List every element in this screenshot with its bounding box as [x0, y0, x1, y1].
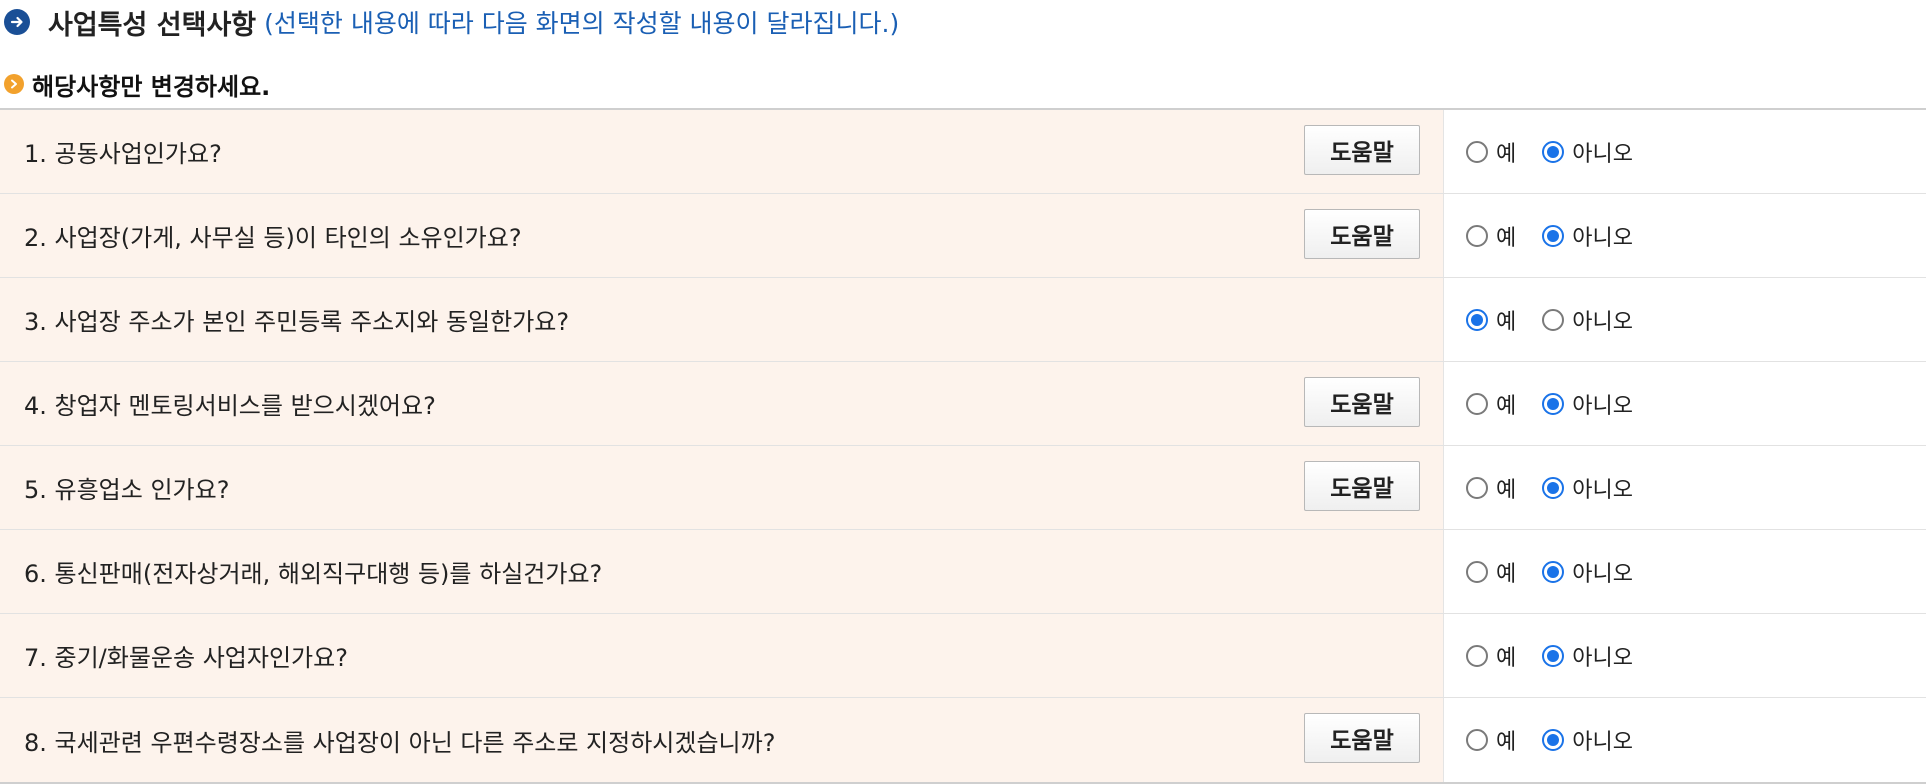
- radio-yes[interactable]: [1466, 308, 1488, 331]
- answer-cell: 예 아니오: [1444, 614, 1926, 697]
- question-cell: 3. 사업장 주소가 본인 주민등록 주소지와 동일한가요?: [0, 278, 1444, 361]
- radio-option-no[interactable]: 아니오: [1542, 220, 1633, 252]
- subheading: 해당사항만 변경하세요.: [32, 72, 271, 101]
- radio-label-yes: 예: [1496, 309, 1517, 335]
- radio-option-no[interactable]: 아니오: [1542, 472, 1633, 504]
- radio-label-no: 아니오: [1572, 477, 1633, 503]
- radio-yes[interactable]: [1466, 476, 1488, 499]
- radio-option-no[interactable]: 아니오: [1542, 136, 1633, 168]
- radio-option-yes[interactable]: 예: [1466, 472, 1516, 504]
- radio-yes[interactable]: [1466, 224, 1488, 247]
- answer-cell: 예 아니오: [1444, 362, 1926, 445]
- subheading-row: 해당사항만 변경하세요.: [0, 66, 270, 102]
- radio-label-yes: 예: [1496, 477, 1517, 503]
- radio-label-no: 아니오: [1572, 141, 1633, 167]
- radio-yes[interactable]: [1466, 644, 1488, 667]
- radio-option-yes[interactable]: 예: [1466, 388, 1516, 420]
- question-text: 7. 중기/화물운송 사업자인가요?: [24, 644, 348, 672]
- radio-option-yes[interactable]: 예: [1466, 220, 1516, 252]
- radio-option-yes[interactable]: 예: [1466, 724, 1516, 756]
- answer-cell: 예 아니오: [1444, 194, 1926, 277]
- help-button[interactable]: 도움말: [1304, 209, 1420, 259]
- question-row: 7. 중기/화물운송 사업자인가요? 예 아니오: [0, 614, 1926, 698]
- help-button[interactable]: 도움말: [1304, 377, 1420, 427]
- radio-label-yes: 예: [1496, 561, 1517, 587]
- radio-label-yes: 예: [1496, 645, 1517, 671]
- question-row: 4. 창업자 멘토링서비스를 받으시겠어요? 도움말 예 아니오: [0, 362, 1926, 446]
- radio-label-yes: 예: [1496, 393, 1517, 419]
- answer-cell: 예 아니오: [1444, 530, 1926, 613]
- question-cell: 6. 통신판매(전자상거래, 해외직구대행 등)를 하실건가요?: [0, 530, 1444, 613]
- radio-yes[interactable]: [1466, 560, 1488, 583]
- radio-yes[interactable]: [1466, 392, 1488, 415]
- arrow-right-circle-icon: [4, 9, 30, 35]
- question-row: 8. 국세관련 우편수령장소를 사업장이 아닌 다른 주소로 지정하시겠습니까?…: [0, 698, 1926, 782]
- radio-no[interactable]: [1542, 308, 1565, 331]
- question-text: 8. 국세관련 우편수령장소를 사업장이 아닌 다른 주소로 지정하시겠습니까?: [24, 728, 776, 757]
- question-cell: 7. 중기/화물운송 사업자인가요?: [0, 614, 1444, 697]
- radio-no[interactable]: [1542, 729, 1565, 751]
- radio-no[interactable]: [1542, 392, 1565, 415]
- radio-label-no: 아니오: [1572, 730, 1633, 755]
- radio-option-yes[interactable]: 예: [1466, 640, 1516, 672]
- radio-no[interactable]: [1542, 644, 1565, 667]
- radio-option-no[interactable]: 아니오: [1542, 556, 1633, 588]
- question-row: 5. 유흥업소 인가요? 도움말 예 아니오: [0, 446, 1926, 530]
- question-cell: 5. 유흥업소 인가요? 도움말: [0, 446, 1444, 529]
- radio-no[interactable]: [1542, 224, 1565, 247]
- question-table: 1. 공동사업인가요? 도움말 예 아니오 2. 사업장(가게, 사무실 등)이 타인의…: [0, 108, 1926, 784]
- answer-cell: 예 아니오: [1444, 446, 1926, 529]
- section-header: 사업특성 선택사항 (선택한 내용에 따라 다음 화면의 작성할 내용이 달라집…: [0, 0, 899, 44]
- question-text: 2. 사업장(가게, 사무실 등)이 타인의 소유인가요?: [24, 224, 522, 252]
- radio-label-yes: 예: [1496, 225, 1517, 251]
- question-cell: 8. 국세관련 우편수령장소를 사업장이 아닌 다른 주소로 지정하시겠습니까?…: [0, 698, 1444, 782]
- answer-cell: 예 아니오: [1444, 698, 1926, 782]
- radio-option-yes[interactable]: 예: [1466, 556, 1516, 588]
- question-text: 4. 창업자 멘토링서비스를 받으시겠어요?: [24, 392, 436, 420]
- question-text: 6. 통신판매(전자상거래, 해외직구대행 등)를 하실건가요?: [24, 560, 603, 588]
- question-row: 6. 통신판매(전자상거래, 해외직구대행 등)를 하실건가요? 예 아니오: [0, 530, 1926, 614]
- question-text: 5. 유흥업소 인가요?: [24, 476, 230, 504]
- radio-label-no: 아니오: [1572, 645, 1633, 671]
- radio-option-yes[interactable]: 예: [1466, 136, 1516, 168]
- help-button[interactable]: 도움말: [1304, 461, 1420, 511]
- answer-cell: 예 아니오: [1444, 110, 1926, 193]
- radio-no[interactable]: [1542, 140, 1565, 163]
- question-cell: 4. 창업자 멘토링서비스를 받으시겠어요? 도움말: [0, 362, 1444, 445]
- section-note: (선택한 내용에 따라 다음 화면의 작성할 내용이 달라집니다.): [264, 9, 900, 38]
- radio-option-no[interactable]: 아니오: [1542, 640, 1633, 672]
- radio-option-no[interactable]: 아니오: [1542, 388, 1633, 420]
- question-cell: 1. 공동사업인가요? 도움말: [0, 110, 1444, 193]
- radio-no[interactable]: [1542, 476, 1565, 499]
- question-row: 1. 공동사업인가요? 도움말 예 아니오: [0, 110, 1926, 194]
- section-title: 사업특성 선택사항: [48, 9, 257, 41]
- bullet-arrow-icon: [4, 74, 24, 94]
- help-button[interactable]: 도움말: [1304, 713, 1420, 763]
- answer-cell: 예 아니오: [1444, 278, 1926, 361]
- radio-label-no: 아니오: [1572, 225, 1633, 251]
- question-text: 3. 사업장 주소가 본인 주민등록 주소지와 동일한가요?: [24, 308, 570, 336]
- radio-label-no: 아니오: [1572, 393, 1633, 419]
- radio-yes[interactable]: [1466, 729, 1488, 751]
- radio-yes[interactable]: [1466, 140, 1488, 163]
- radio-no[interactable]: [1542, 560, 1565, 583]
- radio-label-no: 아니오: [1572, 309, 1633, 335]
- help-button[interactable]: 도움말: [1304, 125, 1420, 175]
- question-cell: 2. 사업장(가게, 사무실 등)이 타인의 소유인가요? 도움말: [0, 194, 1444, 277]
- radio-option-yes[interactable]: 예: [1466, 304, 1516, 336]
- radio-label-no: 아니오: [1572, 561, 1633, 587]
- radio-label-yes: 예: [1496, 141, 1517, 167]
- radio-label-yes: 예: [1496, 730, 1517, 755]
- radio-option-no[interactable]: 아니오: [1542, 304, 1633, 336]
- radio-option-no[interactable]: 아니오: [1542, 724, 1633, 756]
- question-row: 2. 사업장(가게, 사무실 등)이 타인의 소유인가요? 도움말 예 아니오: [0, 194, 1926, 278]
- question-row: 3. 사업장 주소가 본인 주민등록 주소지와 동일한가요? 예 아니오: [0, 278, 1926, 362]
- question-text: 1. 공동사업인가요?: [24, 140, 222, 168]
